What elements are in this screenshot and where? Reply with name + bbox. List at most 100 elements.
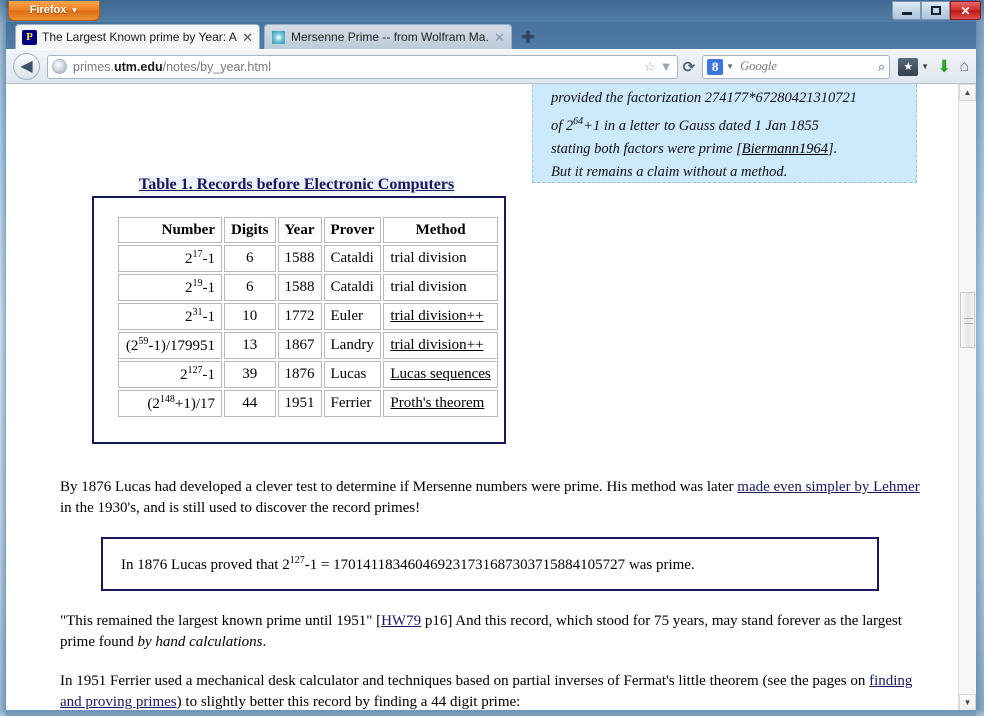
tab-strip: P The Largest Known prime by Year: A ...… <box>6 22 976 49</box>
scrollbar-grip-icon <box>964 318 973 324</box>
url-domain: utm.edu <box>113 59 163 74</box>
url-prefix: primes. <box>73 59 114 74</box>
tab-largest-known-prime[interactable]: P The Largest Known prime by Year: A ...… <box>15 24 260 49</box>
chevron-down-icon[interactable]: ▼ <box>726 62 734 71</box>
search-icon[interactable]: ⌕ <box>878 59 885 75</box>
cell-prover: Cataldi <box>323 274 382 301</box>
cell-digits: 44 <box>224 390 276 417</box>
para2-part-c: . <box>262 634 267 650</box>
para2-italic: by hand calculations <box>137 634 263 650</box>
cell-number: (259-1)/179951 <box>118 332 222 359</box>
cell-prover: Lucas <box>323 361 382 388</box>
scroll-up-icon[interactable]: ▲ <box>959 84 976 101</box>
minimize-button[interactable] <box>892 1 921 20</box>
close-tab-icon[interactable]: ✕ <box>494 31 505 44</box>
method-link[interactable]: Proth's theorem <box>390 395 484 411</box>
cell-number: 217-1 <box>118 245 222 272</box>
records-table-frame: Number Digits Year Prover Method 217-1 6… <box>92 196 506 444</box>
table-row: (259-1)/179951 13 1867 Landry trial divi… <box>118 332 498 359</box>
home-icon: ⌂ <box>959 57 969 75</box>
bookmark-star-icon[interactable]: ☆ <box>644 59 656 75</box>
browser-window: Firefox ▼ ✕ P The Largest Known prime by … <box>0 0 984 716</box>
biermann-note-box: provided the factorization 274177*672804… <box>532 84 917 183</box>
lehmer-link[interactable]: made even simpler by Lehmer <box>737 479 919 495</box>
cell-year: 1588 <box>277 245 322 272</box>
infobox-line-2: of 264+1 in a letter to Gauss dated 1 Ja… <box>551 110 904 138</box>
bookmarks-menu-button[interactable]: ★ ▼ <box>898 55 929 79</box>
cell-method: trial division++ <box>383 332 498 359</box>
maximize-icon <box>930 6 941 15</box>
reload-icon[interactable]: ⟳ <box>683 58 696 76</box>
method-link[interactable]: trial division++ <box>390 337 483 353</box>
home-button[interactable]: ⌂ <box>959 55 969 79</box>
biermann1964-link[interactable]: Biermann1964 <box>742 141 828 157</box>
col-header-prover: Prover <box>323 217 382 243</box>
cell-year: 1867 <box>277 332 322 359</box>
cell-number: 2127-1 <box>118 361 222 388</box>
minimize-icon <box>901 12 912 15</box>
method-link[interactable]: Lucas sequences <box>390 366 490 382</box>
infobox-line-3: stating both factors were prime [Bierman… <box>551 138 904 161</box>
url-bar[interactable]: primes.utm.edu/notes/by_year.html ☆ ▼ <box>47 54 678 79</box>
hw79-reference-link[interactable]: HW79 <box>381 613 421 629</box>
cell-prover: Cataldi <box>323 245 382 272</box>
para1-part-b: in the 1930's, and is still used to disc… <box>60 500 421 516</box>
scroll-down-icon[interactable]: ▼ <box>959 694 976 710</box>
close-tab-icon[interactable]: ✕ <box>242 31 253 44</box>
cell-method: Proth's theorem <box>383 390 498 417</box>
cell-method: Lucas sequences <box>383 361 498 388</box>
vertical-scrollbar[interactable]: ▲ ▼ <box>958 84 976 710</box>
new-tab-button[interactable]: ✚ <box>516 27 540 49</box>
cell-number: (2148+1)/17 <box>118 390 222 417</box>
url-path: /notes/by_year.html <box>162 59 271 74</box>
cell-digits: 10 <box>224 303 276 330</box>
firefox-menu-button[interactable]: Firefox ▼ <box>8 1 100 21</box>
method-link[interactable]: trial division++ <box>390 308 483 324</box>
star-icon: ★ <box>898 57 919 76</box>
table-row: 2127-1 39 1876 Lucas Lucas sequences <box>118 361 498 388</box>
window-edge-bottom <box>0 710 984 716</box>
title-bar: Firefox ▼ ✕ <box>0 0 984 22</box>
cell-year: 1588 <box>277 274 322 301</box>
col-header-digits: Digits <box>224 217 276 243</box>
cell-digits: 13 <box>224 332 276 359</box>
table-row: 231-1 10 1772 Euler trial division++ <box>118 303 498 330</box>
col-header-method: Method <box>383 217 498 243</box>
table-row: (2148+1)/17 44 1951 Ferrier Proth's theo… <box>118 390 498 417</box>
url-text: primes.utm.edu/notes/by_year.html <box>73 60 640 74</box>
cell-prover: Ferrier <box>323 390 382 417</box>
page-content-area: provided the factorization 274177*672804… <box>6 83 976 710</box>
records-table: Number Digits Year Prover Method 217-1 6… <box>116 215 500 419</box>
infobox-line3-post: ]. <box>827 140 838 157</box>
tab-mersenne-prime[interactable]: Mersenne Prime -- from Wolfram Ma... ✕ <box>264 24 512 49</box>
back-button[interactable]: ◀ <box>13 53 40 80</box>
search-input[interactable] <box>738 58 878 75</box>
paragraph-remained-largest: "This remained the largest known prime u… <box>60 611 922 653</box>
table-row: 219-1 6 1588 Cataldi trial division <box>118 274 498 301</box>
para3-part-a: In 1951 Ferrier used a mechanical desk c… <box>60 673 870 689</box>
infobox-line-4: But it remains a claim without a method. <box>551 163 788 180</box>
infobox-line2-exponent: 64 <box>573 116 584 127</box>
chevron-down-icon[interactable]: ▼ <box>660 59 673 74</box>
firefox-menu-label: Firefox <box>29 4 67 16</box>
paragraph-lucas-test: By 1876 Lucas had developed a clever tes… <box>60 477 922 519</box>
close-window-button[interactable]: ✕ <box>950 1 981 20</box>
infobox-line2-post: +1 in a letter to Gauss dated 1 Jan 1855 <box>583 117 819 134</box>
arrow-left-icon: ◀ <box>20 58 33 75</box>
para1-part-a: By 1876 Lucas had developed a clever tes… <box>60 479 738 495</box>
paragraph-ferrier-1951: In 1951 Ferrier used a mechanical desk c… <box>60 671 922 710</box>
window-edge-right <box>976 0 984 716</box>
infobox-line-1: provided the factorization 274177*672804… <box>551 90 857 106</box>
cell-method: trial division <box>383 274 498 301</box>
scrollbar-thumb[interactable] <box>960 292 975 348</box>
col-header-number: Number <box>118 217 222 243</box>
callout1-pre: In 1876 Lucas proved that 2 <box>121 556 290 573</box>
cell-year: 1772 <box>277 303 322 330</box>
downloads-button[interactable]: ⬇ <box>937 55 951 79</box>
search-bar[interactable]: 8 ▼ ⌕ <box>702 54 891 79</box>
cell-method: trial division <box>383 245 498 272</box>
chevron-down-icon: ▼ <box>921 62 930 71</box>
cell-digits: 6 <box>224 274 276 301</box>
cell-year: 1951 <box>277 390 322 417</box>
maximize-button[interactable] <box>921 1 950 20</box>
